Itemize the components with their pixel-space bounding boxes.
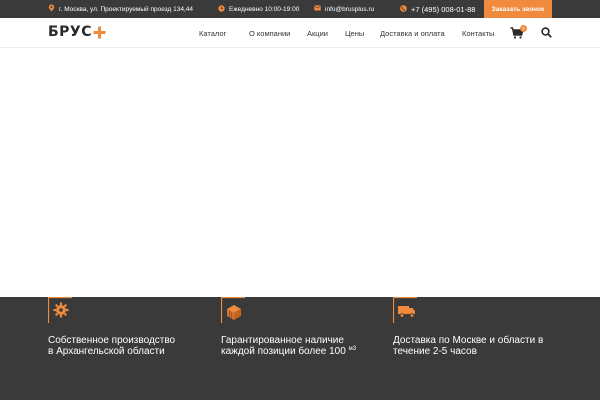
address-text: г. Москва, ул. Проектируемый проезд 134,…	[59, 5, 193, 13]
clock-icon	[218, 4, 225, 14]
logo-plus-icon	[93, 26, 106, 38]
feature-stock-line2-text: каждой позиции более 100	[221, 346, 346, 357]
logo[interactable]: БРУС	[48, 25, 106, 39]
feature-stock-line2: каждой позиции более 100 м3	[221, 346, 356, 357]
feature-production-line2: в Архангельской области	[48, 346, 165, 357]
phone-icon	[400, 4, 407, 14]
feature-production-line1: Собственное производство	[48, 335, 176, 346]
nav-item-about[interactable]: О компании	[249, 18, 290, 48]
top-bar: г. Москва, ул. Проектируемый проезд 134,…	[0, 0, 600, 18]
nav-item-prices[interactable]: Цены	[345, 18, 364, 48]
nav-item-promotions[interactable]: Акции	[307, 18, 328, 48]
hours-item: Ежедневно 10:00-19:00	[218, 0, 299, 18]
hours-text: Ежедневно 10:00-19:00	[229, 5, 300, 13]
main-header: БРУС Каталог О компании Акции Цены Доста…	[0, 18, 600, 48]
feature-delivery: Доставка по Москве и области в течение 2…	[393, 297, 544, 357]
phone-link[interactable]: +7 (495) 008-01-88	[411, 5, 475, 14]
nav-item-delivery[interactable]: Доставка и оплата	[380, 18, 445, 48]
cart-count-badge: 0	[520, 25, 527, 32]
mail-icon	[314, 5, 321, 13]
email-link[interactable]: info@brusplus.ru	[325, 6, 374, 13]
truck-icon	[393, 297, 417, 323]
phone-item[interactable]: +7 (495) 008-01-88	[400, 0, 475, 18]
feature-production: Собственное производство в Архангельской…	[48, 297, 176, 357]
gear-icon	[48, 297, 72, 323]
address-item: г. Москва, ул. Проектируемый проезд 134,…	[48, 0, 193, 18]
feature-delivery-line2: течение 2-5 часов	[393, 346, 477, 357]
callback-button[interactable]: Заказать звонок	[484, 0, 552, 18]
email-item[interactable]: info@brusplus.ru	[314, 0, 374, 18]
lumber-stack-icon	[221, 297, 245, 323]
feature-stock: Гарантированное наличие каждой позиции б…	[221, 297, 356, 357]
nav-item-contacts[interactable]: Контакты	[462, 18, 494, 48]
nav-item-catalog[interactable]: Каталог	[199, 18, 226, 48]
features-band: Собственное производство в Архангельской…	[0, 297, 600, 400]
search-icon[interactable]	[541, 27, 552, 38]
cubic-meter-unit: м3	[348, 346, 357, 352]
logo-text: БРУС	[48, 24, 92, 40]
feature-delivery-line1: Доставка по Москве и области в	[393, 335, 544, 346]
location-icon	[48, 4, 55, 14]
feature-stock-line1: Гарантированное наличие	[221, 335, 344, 346]
